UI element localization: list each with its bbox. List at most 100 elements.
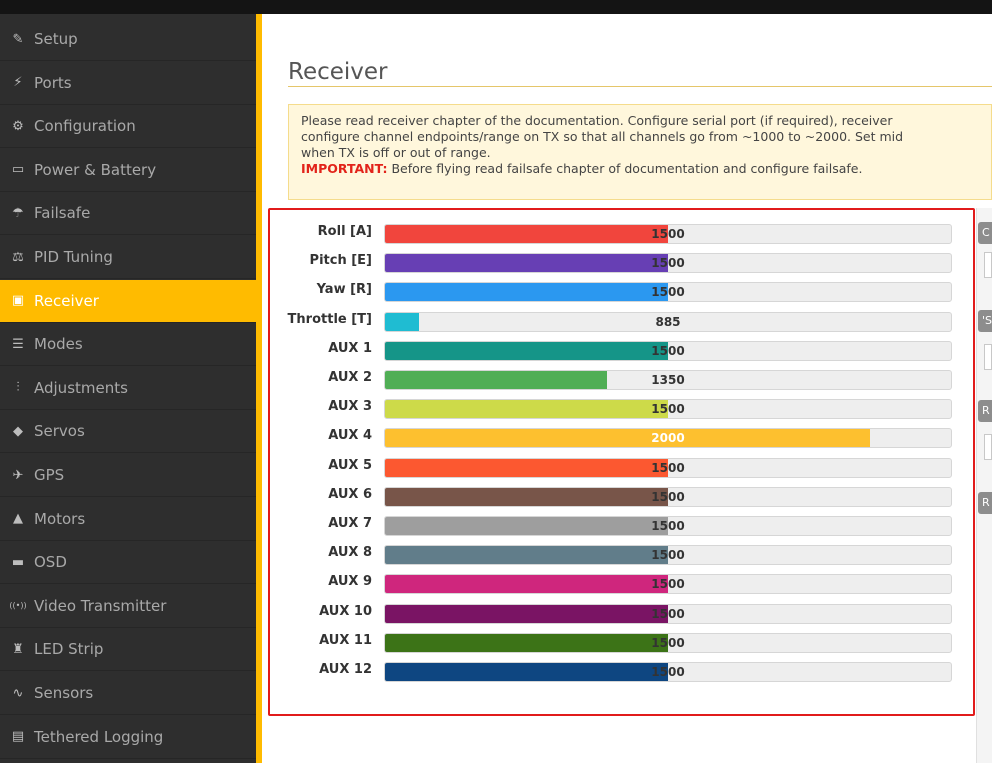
sidebar-item-label: Receiver xyxy=(34,291,99,310)
sidebar-item-label: Servos xyxy=(34,422,85,441)
sidebar-item-label: Modes xyxy=(34,335,83,354)
sidebar-item-failsafe[interactable]: ☂ Failsafe xyxy=(0,192,256,236)
right-panel-tab-1[interactable]: C xyxy=(978,222,992,244)
sidebar-item-setup[interactable]: ✎ Setup xyxy=(0,18,256,61)
sidebar-item-label: Adjustments xyxy=(34,378,128,397)
sidebar-item-label: OSD xyxy=(34,553,67,572)
sidebar-item-configuration[interactable]: ⚙ Configuration xyxy=(0,105,256,149)
channel-row: AUX 2 1350 xyxy=(270,366,973,395)
channel-bar: 1500 xyxy=(384,516,952,536)
log-icon: ▤ xyxy=(11,729,25,745)
channel-value: 1500 xyxy=(651,489,685,504)
sidebar-item-label: Configuration xyxy=(34,117,136,136)
channel-label: AUX 8 xyxy=(328,545,372,561)
sidebar-item-label: Failsafe xyxy=(34,204,91,223)
channel-value: 1500 xyxy=(651,460,685,475)
sidebar-item-label: PID Tuning xyxy=(34,248,113,266)
plug-icon: ⚡ xyxy=(13,75,23,91)
channel-value: 1350 xyxy=(651,373,685,387)
sidebar-item-label: GPS xyxy=(34,466,65,484)
channel-value: 885 xyxy=(655,314,681,329)
important-text: Before flying read failsafe chapter of d… xyxy=(387,161,863,176)
right-panel-input-2[interactable] xyxy=(984,344,992,370)
channel-label: AUX 3 xyxy=(328,399,372,415)
sidebar-item-receiver[interactable]: ▣ Receiver xyxy=(0,279,256,323)
channel-label: Pitch [E] xyxy=(309,253,372,269)
channel-label: AUX 9 xyxy=(328,574,372,590)
channel-bar: 885 xyxy=(384,311,952,332)
sidebar-item-adjustments[interactable]: ⫶ Adjustments xyxy=(0,367,256,410)
channel-value: 1500 xyxy=(651,285,685,300)
channel-bar: 1500 xyxy=(384,224,952,244)
channel-bar: 1500 xyxy=(384,282,952,303)
led-icon: ♜ xyxy=(12,641,24,657)
sidebar-item-motors[interactable]: ▲ Motors xyxy=(0,498,256,541)
osd-icon: ▬ xyxy=(11,554,25,570)
adjustments-icon: ⫶ xyxy=(16,380,20,396)
page-title: Receiver xyxy=(288,59,388,86)
channel-value: 1500 xyxy=(651,256,685,271)
channel-label: AUX 2 xyxy=(328,370,372,385)
channel-bar: 1500 xyxy=(384,545,952,566)
sidebar-item-tethered-logging[interactable]: ▤ Tethered Logging xyxy=(0,716,256,759)
notice-line-2: configure channel endpoints/range on TX … xyxy=(301,129,904,144)
right-panel-input-3[interactable] xyxy=(984,434,992,460)
sidebar-item-sensors[interactable]: ∿ Sensors xyxy=(0,672,256,715)
sidebar-accent-edge xyxy=(256,14,262,763)
channel-label: AUX 1 xyxy=(328,340,372,356)
notice-line-3: when TX is off or out of range. xyxy=(301,145,491,160)
channel-row: Yaw [R] 1500 xyxy=(270,278,973,307)
channel-bar: 1500 xyxy=(384,399,952,420)
sidebar-item-label: Motors xyxy=(34,509,86,528)
sidebar-item-label: Video Transmitter xyxy=(34,596,167,615)
title-divider xyxy=(288,86,992,87)
pulse-icon: ∿ xyxy=(12,685,24,701)
channel-bar: 1500 xyxy=(384,253,952,274)
right-panel-tab-3[interactable]: R xyxy=(978,400,992,422)
receiver-icon: ▣ xyxy=(11,293,25,309)
sidebar-item-power-battery[interactable]: ▭ Power & Battery xyxy=(0,149,256,192)
sidebar-item-label: Power & Battery xyxy=(34,160,157,179)
receiver-notice: Please read receiver chapter of the docu… xyxy=(288,104,992,200)
channel-value: 1500 xyxy=(651,402,685,417)
gear-icon: ⚙ xyxy=(12,118,24,134)
channel-label: AUX 12 xyxy=(319,662,372,677)
channel-row: AUX 8 1500 xyxy=(270,541,973,570)
channel-row: AUX 9 1500 xyxy=(270,570,973,599)
channel-label: AUX 11 xyxy=(319,632,372,648)
channel-row: AUX 5 1500 xyxy=(270,454,973,483)
channel-bar: 1500 xyxy=(384,457,952,478)
sidebar-item-pid-tuning[interactable]: ⚖ PID Tuning xyxy=(0,236,256,279)
sidebar-item-label: Sensors xyxy=(34,684,94,702)
sidebar-item-ports[interactable]: ⚡ Ports xyxy=(0,62,256,105)
sidebar-item-servos[interactable]: ◆ Servos xyxy=(0,410,256,454)
channel-label: AUX 10 xyxy=(319,603,372,619)
channel-label: Yaw [R] xyxy=(316,282,372,298)
channel-row: AUX 3 1500 xyxy=(270,395,973,424)
channel-label: AUX 4 xyxy=(328,428,372,444)
right-panel-tab-2[interactable]: 'S xyxy=(978,310,992,332)
sliders-icon: ⚖ xyxy=(12,249,24,265)
sidebar-item-video-transmitter[interactable]: ((•)) Video Transmitter xyxy=(0,585,256,628)
channel-value: 1500 xyxy=(651,606,685,621)
channel-bar: 1500 xyxy=(384,574,952,595)
channel-row: Throttle [T] 885 xyxy=(270,308,973,337)
channel-value: 1500 xyxy=(651,343,685,358)
right-panel-tab-4[interactable]: R xyxy=(978,492,992,514)
right-panel-input-1[interactable] xyxy=(984,252,992,278)
notice-line-1: Please read receiver chapter of the docu… xyxy=(301,113,893,128)
channel-label: AUX 6 xyxy=(328,486,372,502)
antenna-icon: ((•)) xyxy=(9,601,27,611)
sidebar-item-gps[interactable]: ✈ GPS xyxy=(0,454,256,497)
sidebar-item-osd[interactable]: ▬ OSD xyxy=(0,541,256,585)
channel-bar: 1500 xyxy=(384,603,952,624)
channel-row: AUX 11 1500 xyxy=(270,629,973,658)
channel-bar: 2000 xyxy=(384,428,952,449)
channel-value: 2000 xyxy=(651,431,685,446)
channel-label: AUX 5 xyxy=(328,457,372,473)
sidebar-item-led-strip[interactable]: ♜ LED Strip xyxy=(0,628,256,672)
channel-bars-panel: Roll [A] 1500 Pitch [E] 1500 Yaw [R] 1500 Thro… xyxy=(268,208,975,716)
sidebar-item-modes[interactable]: ☰ Modes xyxy=(0,323,256,367)
channel-row: Roll [A] 1500 xyxy=(270,220,973,249)
satellite-icon: ✈ xyxy=(12,467,24,483)
